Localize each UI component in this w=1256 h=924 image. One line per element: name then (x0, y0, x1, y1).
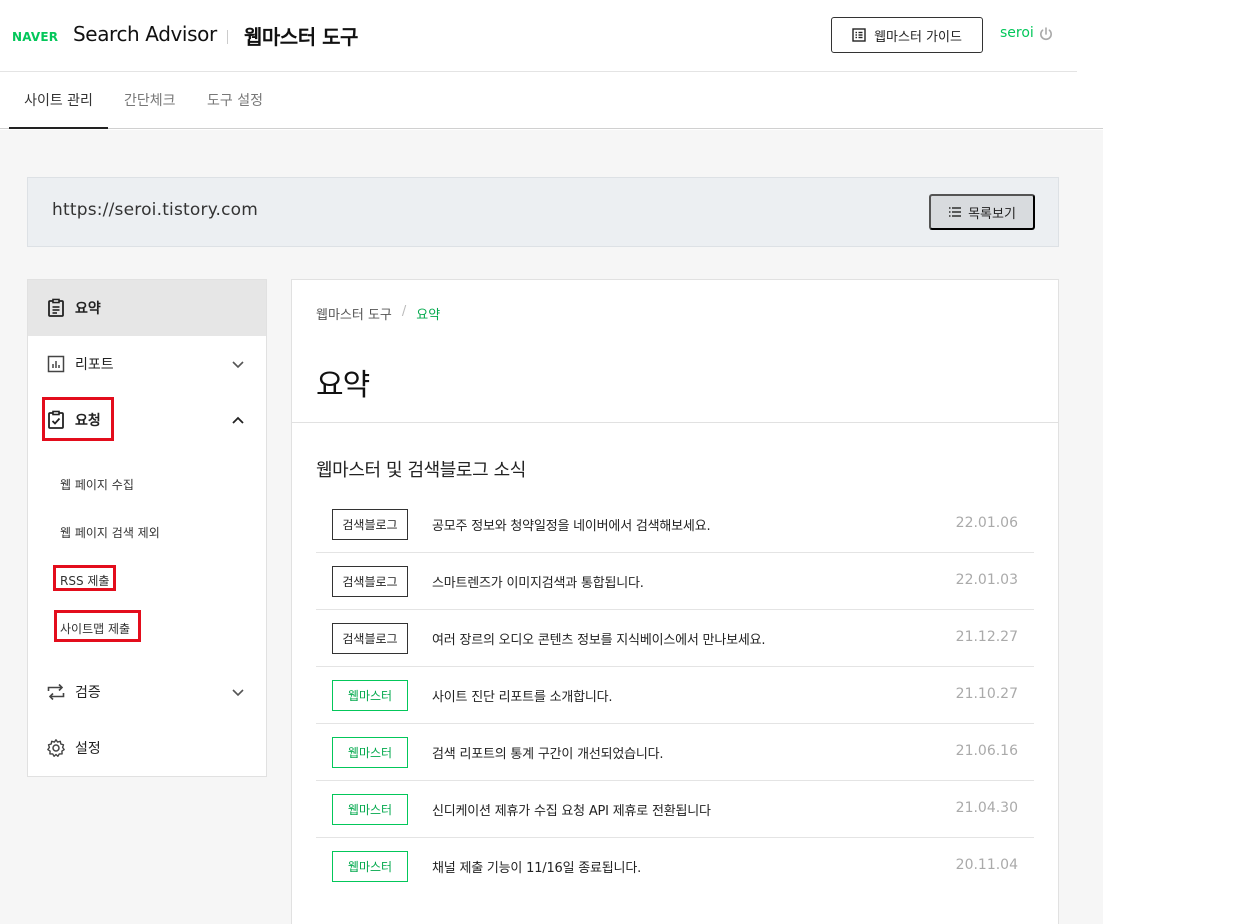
news-headline[interactable]: 검색 리포트의 통계 구간이 개선되었습니다. (432, 743, 664, 762)
tab-quick-check[interactable]: 간단체크 (124, 72, 176, 128)
tool-title[interactable]: 웹마스터 도구 (244, 21, 358, 50)
breadcrumb-current: 요약 (416, 308, 441, 323)
breadcrumb-root[interactable]: 웹마스터 도구 (316, 304, 392, 323)
news-category-tag: 검색블로그 (332, 566, 408, 597)
news-date: 21.06.16 (955, 743, 1018, 759)
news-section-title: 웹마스터 및 검색블로그 소식 (316, 460, 526, 481)
page: NAVER Search Advisor 웹마스터 도구 웹마스터 가이드 se… (0, 0, 1256, 924)
clipboard-icon (48, 298, 64, 317)
news-headline[interactable]: 사이트 진단 리포트를 소개합니다. (432, 686, 613, 705)
sidebar-item-summary[interactable]: 요약 (28, 280, 266, 336)
news-headline[interactable]: 채널 제출 기능이 11/16일 종료됩니다. (432, 857, 641, 876)
page-title: 요약 (316, 368, 370, 403)
news-date: 21.12.27 (955, 629, 1018, 645)
site-url: https://seroi.tistory.com (52, 200, 259, 220)
brand-divider (227, 30, 228, 44)
naver-logo[interactable]: NAVER (12, 30, 58, 44)
chevron-up-icon[interactable] (230, 412, 246, 428)
breadcrumb: 웹마스터 도구 / 요약 (316, 304, 440, 323)
highlight-sitemap-box (54, 610, 141, 642)
news-date: 20.11.04 (955, 857, 1018, 873)
sidebar-item-label: 요약 (75, 301, 101, 317)
news-category-tag: 검색블로그 (332, 509, 408, 540)
webmaster-guide-button[interactable]: 웹마스터 가이드 (831, 17, 983, 53)
sidebar-item-label: 설정 (75, 741, 101, 757)
chevron-down-icon[interactable] (230, 684, 246, 700)
news-date: 21.04.30 (955, 800, 1018, 816)
news-category-tag: 웹마스터 (332, 680, 408, 711)
news-row[interactable]: 웹마스터 검색 리포트의 통계 구간이 개선되었습니다. 21.06.16 (316, 724, 1034, 781)
title-divider (292, 422, 1058, 423)
news-row[interactable]: 검색블로그 공모주 정보와 청약일정을 네이버에서 검색해보세요. 22.01.… (316, 496, 1034, 553)
sidebar-item-verify[interactable]: 검증 (28, 664, 266, 720)
news-headline[interactable]: 여러 장르의 오디오 콘텐츠 정보를 지식베이스에서 만나보세요. (432, 629, 765, 648)
list-view-button[interactable]: 목록보기 (929, 194, 1035, 230)
news-category-tag: 웹마스터 (332, 737, 408, 768)
news-headline[interactable]: 공모주 정보와 청약일정을 네이버에서 검색해보세요. (432, 515, 711, 534)
sidebar: 요약 리포트 요청 웹 페이지 수집 웹 페이지 검색 제외 RSS 제출 사이… (27, 279, 267, 777)
news-date: 22.01.03 (955, 572, 1018, 588)
news-date: 21.10.27 (955, 686, 1018, 702)
list-doc-icon (852, 28, 866, 42)
news-row[interactable]: 검색블로그 여러 장르의 오디오 콘텐츠 정보를 지식베이스에서 만나보세요. … (316, 610, 1034, 667)
tab-site-management[interactable]: 사이트 관리 (9, 72, 108, 129)
list-icon (949, 207, 962, 217)
news-list: 검색블로그 공모주 정보와 청약일정을 네이버에서 검색해보세요. 22.01.… (316, 496, 1034, 895)
gear-icon (47, 739, 65, 757)
main-panel: 웹마스터 도구 / 요약 요약 웹마스터 및 검색블로그 소식 검색블로그 공모… (291, 279, 1059, 924)
header: NAVER Search Advisor 웹마스터 도구 웹마스터 가이드 se… (0, 0, 1077, 72)
news-headline[interactable]: 스마트렌즈가 이미지검색과 통합됩니다. (432, 572, 644, 591)
news-headline[interactable]: 신디케이션 제휴가 수집 요청 API 제휴로 전환됩니다 (432, 800, 711, 819)
brand-title[interactable]: Search Advisor (73, 22, 217, 46)
repeat-icon (47, 683, 65, 701)
news-row[interactable]: 웹마스터 사이트 진단 리포트를 소개합니다. 21.10.27 (316, 667, 1034, 724)
news-category-tag: 검색블로그 (332, 623, 408, 654)
user-name[interactable]: seroi (1000, 25, 1034, 41)
news-date: 22.01.06 (955, 515, 1018, 531)
sidebar-item-label: 검증 (75, 685, 101, 701)
breadcrumb-separator: / (401, 304, 407, 319)
tab-tool-settings[interactable]: 도구 설정 (207, 72, 263, 128)
sidebar-subitem-web-page-crawl[interactable]: 웹 페이지 수집 (60, 476, 134, 493)
highlight-request-box (42, 397, 114, 441)
news-row[interactable]: 웹마스터 신디케이션 제휴가 수집 요청 API 제휴로 전환됩니다 21.04… (316, 781, 1034, 838)
news-row[interactable]: 웹마스터 채널 제출 기능이 11/16일 종료됩니다. 20.11.04 (316, 838, 1034, 895)
news-category-tag: 웹마스터 (332, 794, 408, 825)
sidebar-item-report[interactable]: 리포트 (28, 336, 266, 392)
chart-icon (47, 355, 65, 373)
highlight-rss-box (53, 565, 116, 591)
webmaster-guide-label: 웹마스터 가이드 (874, 29, 962, 45)
list-view-label: 목록보기 (968, 205, 1016, 221)
chevron-down-icon[interactable] (230, 356, 246, 372)
sidebar-subitem-web-page-exclude[interactable]: 웹 페이지 검색 제외 (60, 524, 160, 541)
sidebar-item-settings[interactable]: 설정 (28, 720, 266, 776)
sidebar-item-label: 리포트 (75, 357, 114, 373)
top-nav: 사이트 관리 간단체크 도구 설정 (0, 72, 1103, 129)
news-category-tag: 웹마스터 (332, 851, 408, 882)
power-icon[interactable] (1038, 26, 1054, 42)
site-url-bar: https://seroi.tistory.com 목록보기 (27, 177, 1059, 247)
news-row[interactable]: 검색블로그 스마트렌즈가 이미지검색과 통합됩니다. 22.01.03 (316, 553, 1034, 610)
